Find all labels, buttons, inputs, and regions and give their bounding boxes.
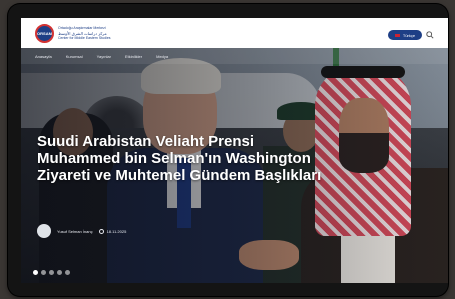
logo-line-ar: مركز دراسات الشرق الأوسط (58, 30, 107, 36)
slider-dot[interactable] (41, 270, 46, 275)
article-meta: Yusuf Selman İnanç 18.11.2025 (37, 224, 126, 238)
clock-icon (98, 228, 104, 234)
logo-text: Ortadoğu Araştırmalar Merkezi مركز دراسا… (58, 26, 111, 41)
slider-dots (33, 270, 73, 275)
slider-dot[interactable] (65, 270, 70, 275)
language-button[interactable]: Türkçe (388, 30, 422, 40)
author-name[interactable]: Yusuf Selman İnanç (57, 229, 93, 234)
nav-item-publications[interactable]: Yayınlar (97, 54, 111, 59)
site-header: ORSAM Ortadoğu Araştırmalar Merkezi مركز… (21, 18, 448, 48)
nav-item-media[interactable]: Medya (156, 54, 168, 59)
language-label: Türkçe (402, 32, 416, 38)
logo-line-tr: Ortadoğu Araştırmalar Merkezi (58, 25, 106, 30)
site-logo[interactable]: ORSAM Ortadoğu Araştırmalar Merkezi مركز… (35, 23, 111, 43)
logo-mark: ORSAM (35, 23, 54, 43)
main-nav: Anasayfa Kurumsal Yayınlar Etkinlikler M… (21, 48, 448, 64)
slider-dot[interactable] (33, 270, 38, 275)
search-icon[interactable] (426, 31, 434, 39)
slider-dot[interactable] (57, 270, 62, 275)
flag-icon (394, 33, 400, 37)
nav-item-events[interactable]: Etkinlikler (125, 54, 142, 59)
nav-item-corporate[interactable]: Kurumsal (66, 54, 83, 59)
slider-dot[interactable] (49, 270, 54, 275)
avatar (37, 224, 51, 238)
web-page: ORSAM Ortadoğu Araştırmalar Merkezi مركز… (21, 18, 448, 283)
publish-date: 18.11.2025 (106, 228, 127, 234)
nav-item-home[interactable]: Anasayfa (35, 54, 52, 59)
hero-headline[interactable]: Suudi Arabistan Veliaht Prensi Muhammed … (37, 133, 327, 184)
logo-line-en: Center for Middle Eastern Studies (58, 35, 111, 40)
